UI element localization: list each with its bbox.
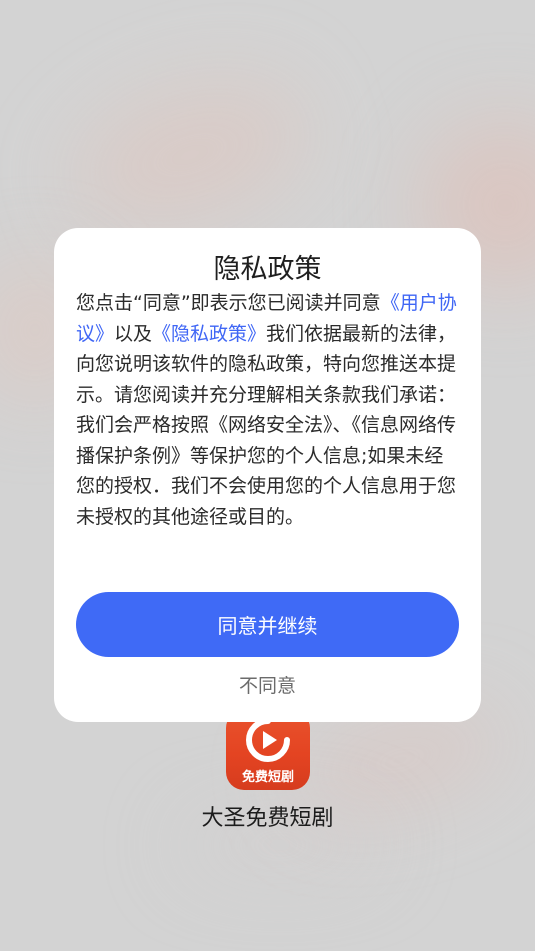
play-icon — [246, 718, 290, 762]
connector-text: 以及 — [114, 322, 153, 345]
privacy-policy-link[interactable]: 《隐私政策》 — [152, 323, 266, 345]
privacy-policy-dialog: 隐私政策 您点击“同意”即表示您已阅读并同意《用户协议》以及《隐私政策》我们依据… — [54, 228, 481, 722]
agree-continue-button[interactable]: 同意并继续 — [76, 592, 459, 657]
intro-text: 您点击“同意”即表示您已阅读并同意 — [76, 292, 381, 314]
background-decoration — [55, 56, 325, 254]
disagree-button[interactable]: 不同意 — [54, 671, 481, 698]
dialog-body: 您点击“同意”即表示您已阅读并同意《用户协议》以及《隐私政策》我们依据最新的法律… — [76, 288, 458, 532]
app-name: 大圣免费短剧 — [201, 806, 334, 831]
app-logo: 免费短剧 — [226, 710, 310, 790]
dialog-title: 隐私政策 — [213, 254, 322, 285]
logo-tag: 免费短剧 — [241, 770, 294, 785]
commitment-text: 我们会严格按照《网络安全法》、《信息网络传播保护条例》等保护您的个人信息;如果未… — [76, 414, 457, 528]
